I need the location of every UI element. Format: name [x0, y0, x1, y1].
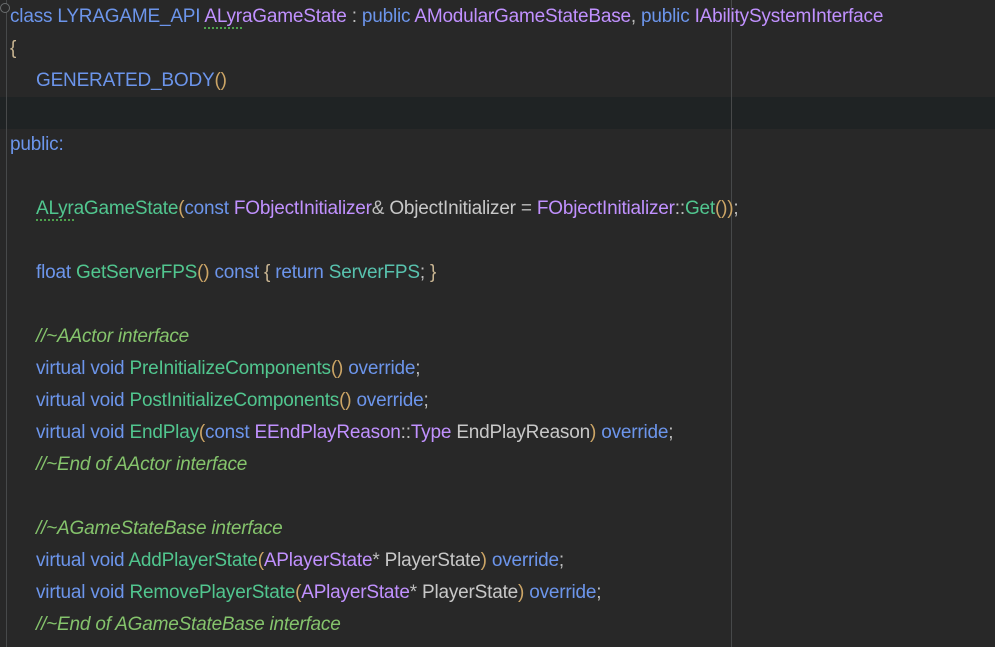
code-token-punc: ; — [423, 390, 429, 411]
code-token-kw: public: — [10, 134, 64, 155]
code-line[interactable]: class LYRAGAME_API ALyraGameState : publ… — [0, 1, 995, 33]
code-token-comment: //~AGameStateBase interface — [36, 518, 283, 539]
code-line[interactable]: { — [0, 33, 995, 65]
code-token-kw: override — [343, 358, 416, 379]
code-token-brace: { — [10, 38, 17, 59]
code-token-comment: //~AActor interface — [36, 326, 190, 347]
code-line[interactable]: public: — [0, 129, 995, 161]
code-token-punc: : — [346, 6, 362, 27]
code-token-macro: GENERATED_BODY — [36, 70, 215, 91]
code-token-method: EndPlay — [129, 422, 200, 443]
code-token-macro: LYRAGAME_API — [57, 6, 205, 27]
code-token-kw: return — [275, 262, 329, 283]
code-token-kw: override — [486, 550, 559, 571]
code-line[interactable]: virtual void PreInitializeComponents() o… — [0, 353, 995, 385]
code-token-comment: //~End of AActor interface — [36, 454, 248, 475]
code-token-punc: , — [630, 6, 642, 27]
code-token-paren: () — [339, 390, 352, 411]
code-token-punc: :: — [400, 422, 411, 443]
code-token-method: PreInitializeComponents — [129, 358, 332, 379]
code-token-method: GetServerFPS — [76, 262, 198, 283]
code-line[interactable]: virtual void RemovePlayerState(APlayerSt… — [0, 577, 995, 609]
code-token-kw: virtual void — [36, 582, 130, 603]
code-editor[interactable]: class LYRAGAME_API ALyraGameState : publ… — [0, 0, 995, 647]
code-token-punc: ; — [419, 262, 431, 283]
code-token-punc: ; — [668, 422, 674, 443]
code-token-method: ALyr — [36, 198, 74, 221]
code-token-param: PlayerState — [422, 582, 519, 603]
code-token-punc: ; — [596, 582, 602, 603]
code-token-type: Type — [410, 422, 452, 443]
code-line[interactable] — [0, 481, 995, 513]
code-token-paren: () — [330, 358, 344, 379]
code-line[interactable]: //~AActor interface — [0, 321, 995, 353]
code-line[interactable] — [0, 97, 995, 129]
code-token-kw: public — [361, 6, 415, 27]
code-token-punc: & — [371, 198, 390, 219]
code-token-kw: override — [524, 582, 597, 603]
code-token-kw: virtual void — [36, 550, 129, 571]
code-token-kw: virtual void — [36, 358, 130, 379]
code-token-method: AddPlayerState — [128, 550, 258, 571]
code-token-paren: ()) — [714, 198, 734, 219]
code-token-type: IAbilitySystemInterface — [694, 6, 884, 27]
code-token-type: AModularGameStateBase — [414, 6, 631, 27]
code-token-kw: const — [209, 262, 264, 283]
code-line[interactable] — [0, 225, 995, 257]
code-token-paren: () — [197, 262, 210, 283]
code-line[interactable]: virtual void AddPlayerState(APlayerState… — [0, 545, 995, 577]
code-line[interactable]: ALyraGameState(const FObjectInitializer&… — [0, 193, 995, 225]
code-token-type: FObjectInitializer — [536, 198, 675, 219]
code-token-param: ObjectInitializer — [389, 198, 521, 219]
code-line[interactable]: //~End of AActor interface — [0, 449, 995, 481]
code-token-punc: ; — [733, 198, 739, 219]
code-token-kw: override — [596, 422, 669, 443]
code-token-method: aGameState — [73, 198, 179, 219]
code-token-comment: //~End of AGameStateBase interface — [36, 614, 341, 635]
code-token-kw: virtual void — [36, 390, 130, 411]
code-token-brace: } — [430, 262, 437, 283]
code-line[interactable]: virtual void EndPlay(const EEndPlayReaso… — [0, 417, 995, 449]
code-token-type: APlayerState — [263, 550, 373, 571]
code-token-field: ServerFPS — [328, 262, 420, 283]
code-token-method: RemovePlayerState — [129, 582, 296, 603]
code-token-punc: = — [520, 198, 537, 219]
code-token-type: EEndPlayReason — [254, 422, 401, 443]
code-line[interactable]: GENERATED_BODY() — [0, 65, 995, 97]
code-token-method: PostInitializeComponents — [129, 390, 340, 411]
fold-marker-icon[interactable] — [0, 3, 10, 13]
code-token-punc: :: — [674, 198, 685, 219]
code-token-kw: virtual void — [36, 422, 130, 443]
code-token-type: APlayerState — [301, 582, 410, 603]
code-line[interactable]: //~End of AGameStateBase interface — [0, 609, 995, 641]
code-line[interactable]: virtual void PostInitializeComponents() … — [0, 385, 995, 417]
code-token-kw: public — [641, 6, 695, 27]
code-token-method: Get — [684, 198, 715, 219]
code-token-punc: ; — [558, 550, 564, 571]
code-token-param: EndPlayReason — [451, 422, 590, 443]
code-token-param: PlayerState — [384, 550, 481, 571]
code-token-kw: class — [10, 6, 58, 27]
code-token-kw: const — [205, 422, 255, 443]
code-token-punc: ; — [415, 358, 421, 379]
code-token-brace: { — [263, 262, 276, 283]
code-token-kw: override — [351, 390, 424, 411]
code-token-punc: * — [409, 582, 422, 603]
code-line[interactable] — [0, 161, 995, 193]
code-line[interactable] — [0, 289, 995, 321]
code-token-type: FObjectInitializer — [233, 198, 372, 219]
code-area[interactable]: class LYRAGAME_API ALyraGameState : publ… — [0, 1, 995, 647]
code-token-kw: const — [184, 198, 234, 219]
code-token-punc: * — [372, 550, 385, 571]
code-token-paren: () — [214, 70, 227, 91]
code-token-type: aGameState — [241, 6, 347, 27]
code-token-type: ALyr — [204, 6, 242, 29]
code-line[interactable]: float GetServerFPS() const { return Serv… — [0, 257, 995, 289]
code-token-kw: float — [36, 262, 76, 283]
code-line[interactable]: //~AGameStateBase interface — [0, 513, 995, 545]
